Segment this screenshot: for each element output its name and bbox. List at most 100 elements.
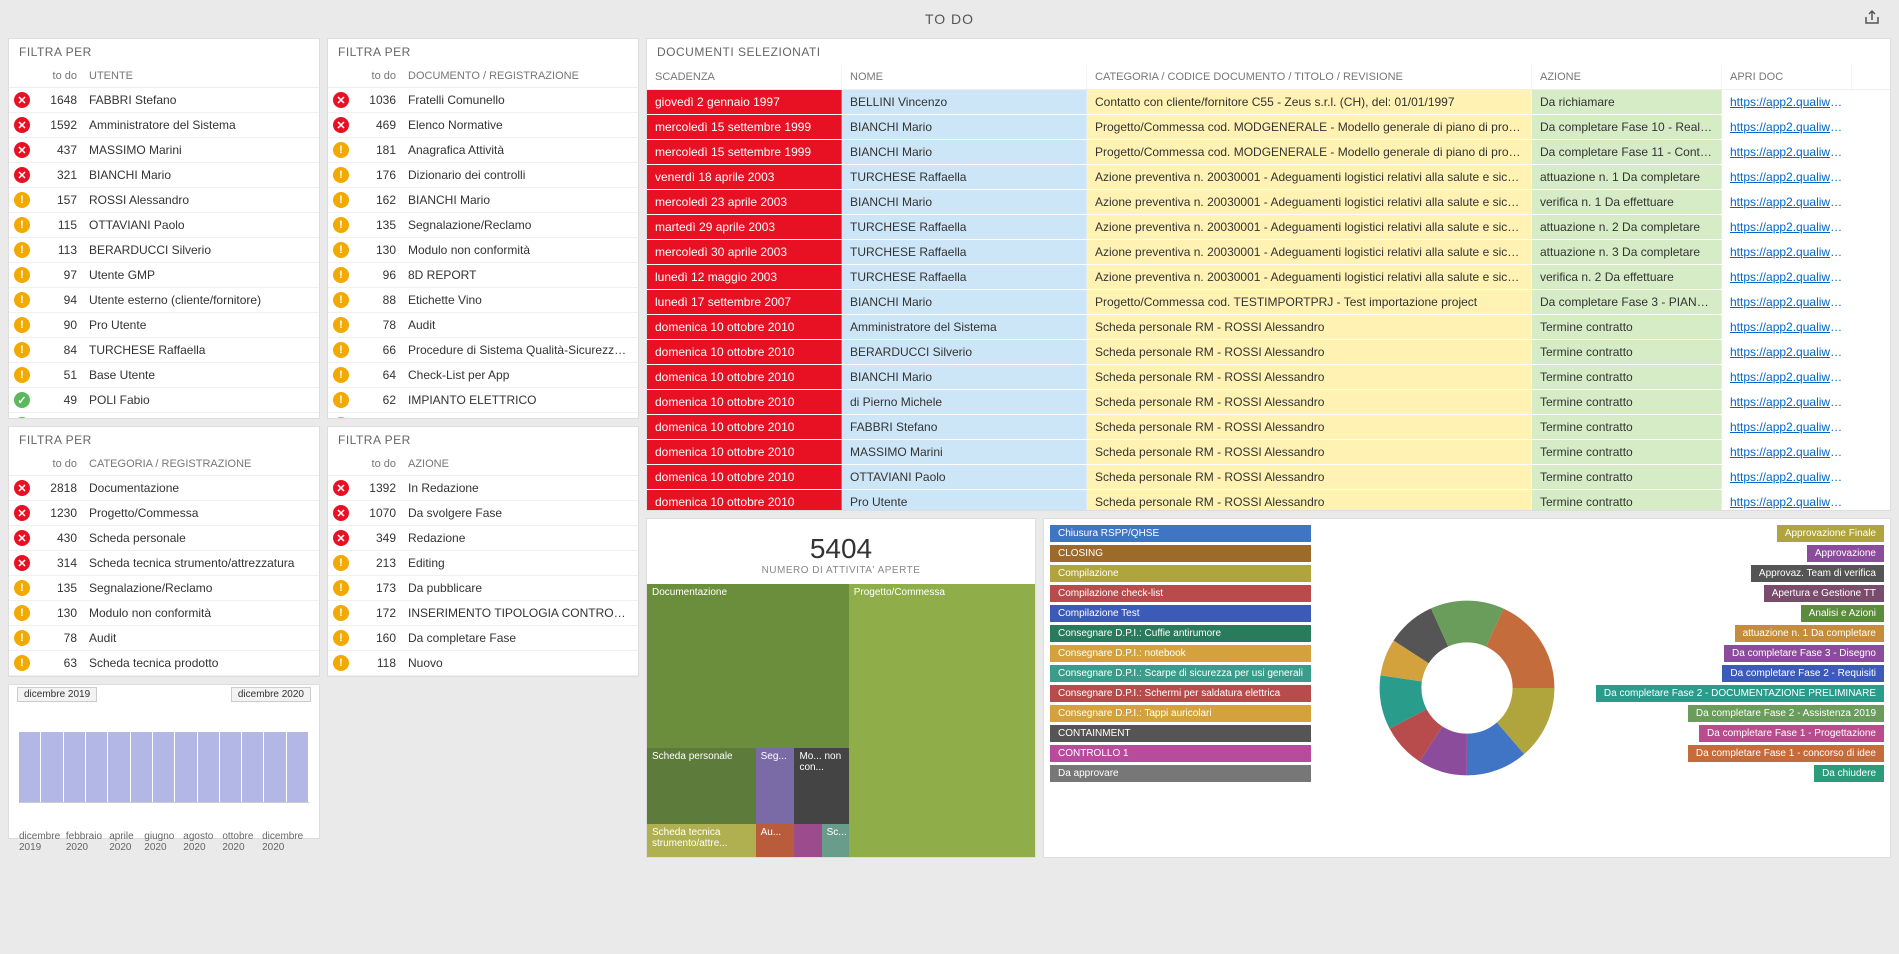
list-item[interactable]: ✕430Scheda personale (9, 526, 319, 551)
table-row[interactable]: martedì 29 aprile 2003TURCHESE Raffaella… (647, 215, 1890, 240)
cell-link[interactable]: https://app2.qualiwa... (1722, 190, 1852, 214)
share-icon[interactable] (1863, 8, 1881, 29)
table-row[interactable]: mercoledì 15 settembre 1999BIANCHI Mario… (647, 115, 1890, 140)
timeline-bar[interactable] (198, 732, 220, 802)
table-row[interactable]: domenica 10 ottobre 2010BIANCHI MarioSch… (647, 365, 1890, 390)
list-item[interactable]: !118Nuovo (328, 651, 638, 676)
legend-item[interactable]: Approvazione (1807, 545, 1884, 562)
legend-item[interactable]: Analisi e Azioni (1801, 605, 1884, 622)
treemap-tile[interactable] (794, 824, 821, 857)
timeline-bar[interactable] (41, 732, 63, 802)
legend-item[interactable]: Compilazione (1050, 565, 1311, 582)
list-item[interactable]: ✕1592Amministratore del Sistema (9, 113, 319, 138)
table-row[interactable]: venerdì 18 aprile 2003TURCHESE Raffaella… (647, 165, 1890, 190)
timeline-bar[interactable] (131, 732, 153, 802)
legend-item[interactable]: Da completare Fase 2 - Assistenza 2019 (1688, 705, 1884, 722)
list-item[interactable]: !115OTTAVIANI Paolo (9, 213, 319, 238)
treemap-tile[interactable]: Au... (756, 824, 795, 857)
timeline-bars[interactable] (19, 713, 309, 803)
legend-item[interactable]: Approvazione Finale (1777, 525, 1884, 542)
list-item[interactable]: !84TURCHESE Raffaella (9, 338, 319, 363)
cell-link[interactable]: https://app2.qualiwa... (1722, 440, 1852, 464)
legend-item[interactable]: Da chiudere (1814, 765, 1884, 782)
table-row[interactable]: domenica 10 ottobre 2010MASSIMO MariniSc… (647, 440, 1890, 465)
legend-item[interactable]: Da completare Fase 3 - Disegno (1724, 645, 1884, 662)
col-header-nome[interactable]: NOME (842, 65, 1087, 89)
table-row[interactable]: domenica 10 ottobre 2010OTTAVIANI PaoloS… (647, 465, 1890, 490)
legend-item[interactable]: Consegnare D.P.I.: notebook (1050, 645, 1311, 662)
timeline-bar[interactable] (264, 732, 286, 802)
cell-link[interactable]: https://app2.qualiwa... (1722, 115, 1852, 139)
cell-link[interactable]: https://app2.qualiwa... (1722, 415, 1852, 439)
list-item[interactable]: !97Utente GMP (9, 263, 319, 288)
list-item[interactable]: !176Dizionario dei controlli (328, 163, 638, 188)
treemap-tile[interactable]: Scheda personale (647, 748, 756, 824)
list-item[interactable]: ✕469Elenco Normative (328, 113, 638, 138)
list-item[interactable]: !66Procedure di Sistema Qualità-Sicurezz… (328, 338, 638, 363)
treemap-tile[interactable]: Progetto/Commessa (849, 584, 1035, 748)
treemap-tile[interactable]: Sc... (822, 824, 849, 857)
list-item[interactable]: !90Pro Utente (9, 313, 319, 338)
table-row[interactable]: domenica 10 ottobre 2010Amministratore d… (647, 315, 1890, 340)
legend-item[interactable]: Compilazione Test (1050, 605, 1311, 622)
treemap[interactable]: DocumentazioneProgetto/Commessa Scheda pe… (647, 584, 1035, 857)
cell-link[interactable]: https://app2.qualiwa... (1722, 340, 1852, 364)
treemap-tile[interactable]: Scheda tecnica strumento/attre... (647, 824, 756, 857)
timeline-bar[interactable] (242, 732, 264, 802)
list-item[interactable]: !130Modulo non conformità (9, 601, 319, 626)
table-row[interactable]: domenica 10 ottobre 2010FABBRI StefanoSc… (647, 415, 1890, 440)
list-item[interactable]: !78Audit (328, 313, 638, 338)
list-item[interactable]: ✕1036Fratelli Comunello (328, 88, 638, 113)
list-item[interactable]: !157ROSSI Alessandro (9, 188, 319, 213)
list-item[interactable]: !51Base Utente (9, 363, 319, 388)
list-item[interactable]: !135Segnalazione/Reclamo (328, 213, 638, 238)
list-item[interactable]: !181Anagrafica Attività (328, 138, 638, 163)
cell-link[interactable]: https://app2.qualiwa... (1722, 90, 1852, 114)
table-row[interactable]: mercoledì 15 settembre 1999BIANCHI Mario… (647, 140, 1890, 165)
cell-link[interactable]: https://app2.qualiwa... (1722, 165, 1852, 189)
legend-item[interactable]: Consegnare D.P.I.: Cuffie antirumore (1050, 625, 1311, 642)
col-header-azione[interactable]: AZIONE (1532, 65, 1722, 89)
treemap-tile[interactable]: Seg... (756, 748, 795, 824)
legend-item[interactable]: CONTAINMENT (1050, 725, 1311, 742)
cell-link[interactable]: https://app2.qualiwa... (1722, 140, 1852, 164)
list-item[interactable]: ✕349Redazione (328, 526, 638, 551)
list-item[interactable]: ✓49POLI Fabio (9, 388, 319, 413)
legend-item[interactable]: CONTROLLO 1 (1050, 745, 1311, 762)
treemap-tile[interactable] (849, 748, 1035, 857)
table-row[interactable]: domenica 10 ottobre 2010di Pierno Michel… (647, 390, 1890, 415)
table-row[interactable]: mercoledì 23 aprile 2003BIANCHI MarioAzi… (647, 190, 1890, 215)
list-item[interactable]: !968D REPORT (328, 263, 638, 288)
table-row[interactable]: domenica 10 ottobre 2010Pro UtenteScheda… (647, 490, 1890, 510)
treemap-tile[interactable]: Mo... non con... (794, 748, 848, 824)
list-item[interactable]: ✕2818Documentazione (9, 476, 319, 501)
treemap-tile[interactable]: Documentazione (647, 584, 849, 748)
table-row[interactable]: lunedì 12 maggio 2003TURCHESE RaffaellaA… (647, 265, 1890, 290)
list-item[interactable]: !62IMPIANTO ELETTRICO (328, 388, 638, 413)
table-row[interactable]: lunedì 17 settembre 2007BIANCHI MarioPro… (647, 290, 1890, 315)
cell-link[interactable]: https://app2.qualiwa... (1722, 290, 1852, 314)
list-item[interactable]: !57LANCIA PHEDRA (328, 413, 638, 418)
cell-link[interactable]: https://app2.qualiwa... (1722, 490, 1852, 510)
legend-item[interactable]: CLOSING (1050, 545, 1311, 562)
list-item[interactable]: !173Da pubblicare (328, 576, 638, 601)
list-item[interactable]: ✕1648FABBRI Stefano (9, 88, 319, 113)
list-item[interactable]: ✓48DONIZETTI Gaetano (9, 413, 319, 418)
col-header-categoria[interactable]: CATEGORIA / CODICE DOCUMENTO / TITOLO / … (1087, 65, 1532, 89)
legend-item[interactable]: Apertura e Gestione TT (1764, 585, 1884, 602)
table-row[interactable]: giovedì 2 gennaio 1997BELLINI VincenzoCo… (647, 90, 1890, 115)
list-item[interactable]: !63Scheda tecnica prodotto (9, 651, 319, 676)
legend-item[interactable]: Da completare Fase 1 - concorso di idee (1688, 745, 1884, 762)
timeline-bar[interactable] (175, 732, 197, 802)
list-item[interactable]: !162BIANCHI Mario (328, 188, 638, 213)
list-item[interactable]: !94Utente esterno (cliente/fornitore) (9, 288, 319, 313)
legend-item[interactable]: Da approvare (1050, 765, 1311, 782)
list-item[interactable]: ✕437MASSIMO Marini (9, 138, 319, 163)
cell-link[interactable]: https://app2.qualiwa... (1722, 390, 1852, 414)
list-item[interactable]: ✕1070Da svolgere Fase (328, 501, 638, 526)
cell-link[interactable]: https://app2.qualiwa... (1722, 215, 1852, 239)
legend-item[interactable]: attuazione n. 1 Da completare (1735, 625, 1884, 642)
cell-link[interactable]: https://app2.qualiwa... (1722, 240, 1852, 264)
table-row[interactable]: domenica 10 ottobre 2010BERARDUCCI Silve… (647, 340, 1890, 365)
legend-item[interactable]: Chiusura RSPP/QHSE (1050, 525, 1311, 542)
